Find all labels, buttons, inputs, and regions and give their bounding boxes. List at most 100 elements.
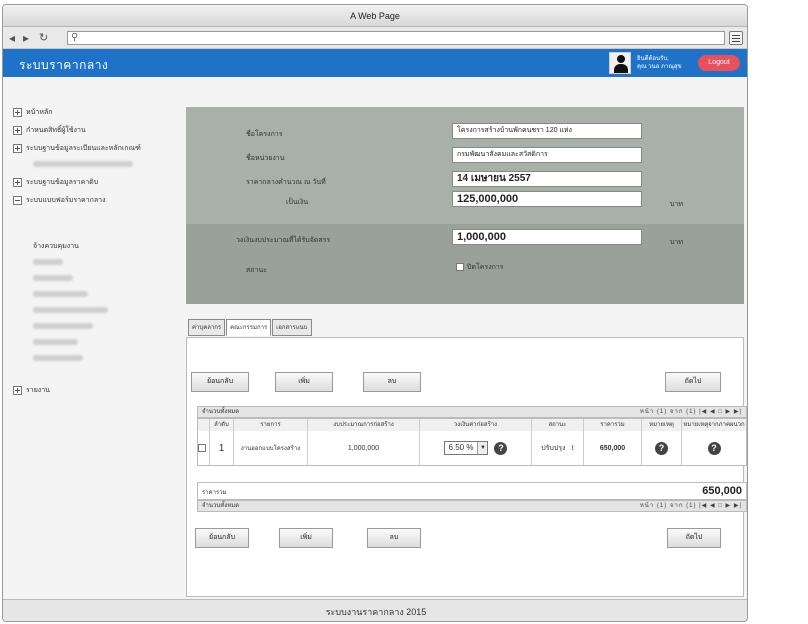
plus-box-icon (13, 108, 22, 117)
tab-committee[interactable]: คณะกรรมการ (226, 319, 272, 336)
blurred-text (33, 355, 83, 361)
sidebar-item-label: รายงาน (26, 387, 50, 394)
checkbox-icon[interactable] (198, 444, 206, 452)
hamburger-menu-icon[interactable] (729, 31, 743, 45)
help-icon[interactable]: ? (707, 441, 721, 455)
row-budget: 1,000,000 (308, 431, 420, 465)
sidebar-item-home[interactable]: หน้าหลัก (13, 107, 52, 118)
grid-header: ลำดับ (210, 419, 234, 431)
blurred-text (33, 161, 133, 167)
budget-label: วงเงินงบประมาณที่ได้รับจัดสรร (236, 237, 331, 244)
sidebar-item-label: กำหนดสิทธิ์ผู้ใช้งาน (26, 127, 86, 134)
plus-box-icon (13, 386, 22, 395)
help-icon[interactable]: ? (655, 441, 668, 455)
sidebar-item-label: ระบบแบบฟอร์มราคากลาง (26, 197, 106, 204)
sidebar-item-label: ระบบฐานข้อมูลระเบียนและหลักเกณฑ์ (26, 145, 141, 152)
project-name-label: ชื่อโครงการ (246, 131, 283, 138)
app-brand: ระบบราคากลาง (19, 58, 109, 72)
sum-value: 650,000 (702, 485, 742, 497)
add-button[interactable]: เพิ่ม (275, 372, 333, 392)
amount-label: เป็นเงิน (286, 199, 309, 206)
tab-attachments[interactable]: เอกสารแนบ (272, 319, 312, 336)
chevron-down-icon[interactable]: ▼ (477, 442, 488, 454)
blurred-text (33, 323, 93, 329)
welcome-line-2: คุณ วนอ ภาณุสุข (637, 64, 682, 70)
blurred-text (33, 275, 73, 281)
back-button[interactable]: ย้อนกลับ (191, 372, 249, 392)
logout-button[interactable]: Logout (698, 55, 740, 71)
tab-personnel[interactable]: ค่าบุคลากร (188, 319, 226, 336)
grid-pager[interactable]: หน้า (1) จาก (1) |◀ ◀ □ ▶ ▶| (640, 407, 742, 417)
avatar (609, 52, 631, 74)
sidebar-subitem-supervision[interactable]: จ้างควบคุมงาน (33, 241, 79, 252)
help-icon[interactable]: ? (494, 441, 508, 455)
plus-box-icon (13, 178, 22, 187)
page-footer: ระบบงานราคากลาง 2015 (3, 599, 747, 621)
grid-footer-bar: จำนวนทั้งหมด หน้า (1) จาก (1) |◀ ◀ □ ▶ ▶… (197, 500, 747, 512)
minus-box-icon (13, 196, 22, 205)
forward-arrow-icon[interactable]: ▸ (23, 31, 29, 45)
delete-button[interactable]: ลบ (363, 372, 421, 392)
main-content: ชื่อโครงการ โครงการสร้างบ้านพักคนชรา 120… (178, 99, 747, 599)
calc-date-field[interactable]: 14 เมษายน 2557 (452, 171, 642, 187)
blurred-text (33, 339, 78, 345)
sidebar-item-label: ระบบฐานข้อมูลราคาดิบ (26, 179, 99, 186)
sidebar-item-forms[interactable]: ระบบแบบฟอร์มราคากลาง (13, 195, 106, 206)
blurred-text (33, 291, 88, 297)
welcome-text: ยินดีต้อนรับ, คุณ วนอ ภาณุสุข (637, 55, 682, 71)
plus-box-icon (13, 126, 22, 135)
back-button-bottom[interactable]: ย้อนกลับ (195, 528, 249, 548)
tab-bar: ค่าบุคลากร คณะกรรมการ เอกสารแนบ (188, 319, 313, 336)
amount-field[interactable]: 125,000,000 (452, 191, 642, 207)
grid-header: สถานะ (532, 419, 584, 431)
row-status-cell: ปรับปรุง! (532, 431, 584, 465)
alert-icon: ! (571, 444, 574, 452)
url-input[interactable]: ⚲ (67, 31, 725, 45)
address-bar: ◂ ▸ ↻ ⚲ (3, 27, 747, 49)
grid-pager[interactable]: หน้า (1) จาก (1) |◀ ◀ □ ▶ ▶| (640, 501, 742, 511)
percent-value: 6.50 % (444, 442, 478, 454)
grid-header: หมายเหตุ (642, 419, 682, 431)
blurred-text (33, 307, 108, 313)
sidebar-item-permissions[interactable]: กำหนดสิทธิ์ผู้ใช้งาน (13, 125, 86, 136)
sidebar-item-reports[interactable]: รายงาน (13, 385, 50, 396)
reload-icon[interactable]: ↻ (39, 31, 48, 45)
sidebar-item-registry[interactable]: ระบบฐานข้อมูลระเบียนและหลักเกณฑ์ (13, 143, 141, 154)
row-select-checkbox[interactable] (198, 431, 210, 465)
next-button-bottom[interactable]: ถัดไป (667, 528, 721, 548)
project-name-field[interactable]: โครงการสร้างบ้านพักคนชรา 120 แห่ง (452, 123, 642, 139)
tab-content: ย้อนกลับ เพิ่ม ลบ ถัดไป จำนวนทั้งหมด หน้… (186, 337, 747, 597)
sum-label: ราคารวม (202, 490, 227, 496)
grid-count-label: จำนวนทั้งหมด (202, 409, 240, 415)
app-header: ระบบราคากลาง ยินดีต้อนรับ, คุณ วนอ ภาณุส… (3, 49, 747, 77)
back-arrow-icon[interactable]: ◂ (9, 31, 15, 45)
grid-header: รายการ (234, 419, 308, 431)
grid-header: หมายเหตุจากภาคผนวก (682, 419, 746, 431)
checkbox-icon[interactable] (456, 263, 464, 272)
row-note-cell: ? (642, 431, 682, 465)
delete-button-bottom[interactable]: ลบ (367, 528, 421, 548)
row-status: ปรับปรุง (541, 444, 566, 452)
blurred-text (33, 259, 63, 265)
next-button[interactable]: ถัดไป (665, 372, 721, 392)
grid-header: ราคารวม (584, 419, 642, 431)
sidebar-item-raw-prices[interactable]: ระบบฐานข้อมูลราคาดิบ (13, 177, 98, 188)
budget-unit: บาท (670, 239, 683, 246)
grid-header: งบประมาณการก่อสร้าง (308, 419, 420, 431)
search-icon: ⚲ (71, 32, 79, 43)
window-title: A Web Page (3, 5, 747, 27)
agency-name-field[interactable]: กรมพัฒนาสังคมและสวัสดิการ (452, 147, 642, 163)
row-total: 650,000 (584, 431, 642, 465)
grid-count-label: จำนวนทั้งหมด (202, 503, 240, 509)
sidebar: หน้าหลัก กำหนดสิทธิ์ผู้ใช้งาน ระบบฐานข้อ… (3, 99, 173, 599)
budget-field[interactable]: 1,000,000 (452, 229, 642, 245)
calc-date-label: ราคากลางคำนวณ ณ วันที่ (246, 179, 326, 186)
status-label: สถานะ (246, 267, 267, 274)
close-project-checkbox[interactable]: ปิดโครงการ (456, 262, 504, 273)
add-button-bottom[interactable]: เพิ่ม (279, 528, 333, 548)
amount-unit: บาท (670, 201, 683, 208)
grid-header (198, 419, 210, 431)
percent-select[interactable]: 6.50 % ▼ (443, 441, 489, 455)
sidebar-item-label: จ้างควบคุมงาน (33, 243, 79, 250)
items-grid: ลำดับ รายการ งบประมาณการก่อสร้าง วงเงินค… (197, 418, 747, 466)
